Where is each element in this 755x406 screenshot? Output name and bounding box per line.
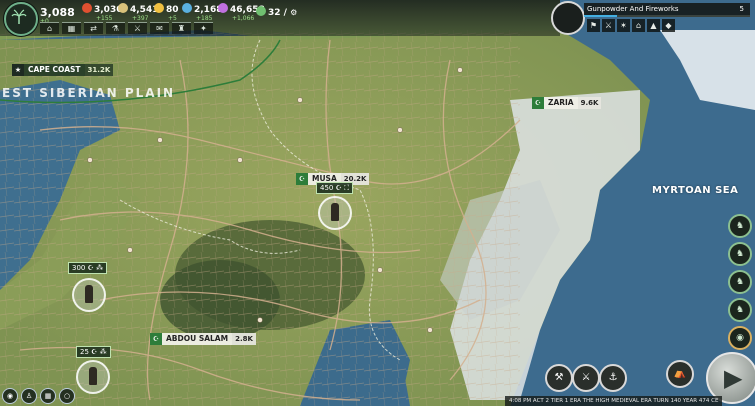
science-icon — [182, 3, 192, 13]
notification-5-icon[interactable]: ◉ — [728, 326, 752, 350]
unlock-6-icon[interactable]: ◆ — [662, 19, 675, 32]
unit-symbol: ☪ ⁂ — [91, 348, 107, 356]
science-counter[interactable]: 2,168 +185 — [182, 3, 222, 22]
money-value: 80 — [166, 5, 179, 15]
civilization-emblem-button[interactable] — [4, 2, 38, 36]
industry-counter[interactable]: 4,541 +397 — [118, 3, 158, 22]
research-unlocks: ⚑ ⚔ ✶ ⌂ ▲ ◆ — [587, 19, 675, 32]
city-flag-icon: ★ — [12, 64, 24, 76]
trade-icon[interactable]: ⇄ — [84, 22, 103, 34]
unlock-3-icon[interactable]: ✶ — [617, 19, 630, 32]
map-icon[interactable]: ▦ — [40, 388, 56, 404]
research-panel[interactable]: Gunpowder And Fireworks 5 ⚑ ⚔ ✶ ⌂ ▲ ◆ — [551, 1, 751, 35]
city-banner-abdou-salam[interactable]: ☪ ABDOU SALAM 2.8K — [150, 333, 256, 345]
action-1-icon[interactable]: ⚒ — [545, 364, 573, 392]
unit-symbol: ☪ ⁂ — [87, 264, 104, 272]
science-tool-icon[interactable]: ⚗ — [106, 22, 125, 34]
religion-icon[interactable]: ✦ — [194, 22, 213, 34]
city-banner-cape-coast[interactable]: ★ CAPE COAST 31.2K — [12, 64, 114, 76]
unit-strength: 300 — [72, 264, 86, 272]
sea-label: MYRTOAN SEA — [652, 185, 739, 196]
research-progress-fill — [584, 15, 618, 17]
research-title-bar: Gunpowder And Fireworks 5 — [584, 3, 750, 15]
city-name: CAPE COAST — [24, 64, 85, 76]
toolbar: ⌂ ▦ ⇄ ⚗ ⚔ ✉ ♜ ✦ — [40, 22, 213, 34]
diplomacy-icon[interactable]: ✉ — [150, 22, 169, 34]
money-rate: +5 — [168, 15, 177, 22]
unit-strength: 25 — [80, 348, 89, 356]
person-icon[interactable]: ♙ — [21, 388, 37, 404]
notification-1-icon[interactable]: ♞ — [728, 214, 752, 238]
crescent-icon: ☪ — [532, 97, 544, 109]
research-progress-bar — [584, 15, 750, 17]
military-icon[interactable]: ⚔ — [128, 22, 147, 34]
city-population: 9.6K — [577, 97, 602, 109]
food-counter[interactable]: 3,030 +155 — [82, 3, 122, 22]
unit-strength: 450 — [320, 184, 334, 192]
unit-symbol: ☪ ⛶ — [335, 184, 350, 192]
city-population: 31.2K — [84, 64, 114, 76]
unlock-4-icon[interactable]: ⌂ — [632, 19, 645, 32]
money-counter[interactable]: 80 +5 — [154, 3, 179, 22]
notification-3-icon[interactable]: ♞ — [728, 270, 752, 294]
money-icon — [154, 3, 164, 13]
city-name: ABDOU SALAM — [162, 333, 233, 345]
stability-icon — [256, 6, 266, 16]
food-icon — [82, 3, 92, 13]
play-icon: ▶ — [724, 364, 743, 392]
top-resource-bar: 3,088 +0 3,030 +155 4,541 +397 80 +5 2,1… — [0, 0, 560, 36]
industry-icon — [118, 3, 128, 13]
notification-rail: ♞ ♞ ♞ ♞ ◉ — [728, 214, 752, 350]
unit-strength-tag[interactable]: 450 ☪ ⛶ — [316, 182, 354, 194]
notification-2-icon[interactable]: ♞ — [728, 242, 752, 266]
army-unit-token[interactable] — [72, 278, 106, 312]
eye-icon[interactable]: ◉ — [2, 388, 18, 404]
unit-strength-tag[interactable]: 25 ☪ ⁂ — [76, 346, 111, 358]
army-unit-token[interactable] — [318, 196, 352, 230]
culture-icon[interactable]: ♜ — [172, 22, 191, 34]
stability-counter[interactable]: 32 / ⚙ — [256, 6, 297, 18]
ring-icon[interactable]: ○ — [59, 388, 75, 404]
notification-4-icon[interactable]: ♞ — [728, 298, 752, 322]
unit-strength-tag[interactable]: 300 ☪ ⁂ — [68, 262, 108, 274]
city-banner-zaria[interactable]: ☪ ZARIA 9.6K — [532, 97, 602, 109]
palm-icon — [11, 9, 27, 24]
action-3-icon[interactable]: ⚓ — [599, 364, 627, 392]
research-name: Gunpowder And Fireworks — [587, 5, 679, 13]
crescent-icon: ☪ — [150, 333, 162, 345]
empire-icon[interactable]: ⌂ — [40, 22, 59, 34]
soldier-icon — [331, 203, 339, 221]
settings-gear-icon: ⚙ — [290, 8, 298, 17]
soldier-icon — [85, 285, 93, 303]
unlock-5-icon[interactable]: ▲ — [647, 19, 660, 32]
action-2-icon[interactable]: ⚔ — [572, 364, 600, 392]
stability-value: 32 / — [268, 8, 287, 18]
army-unit-token[interactable] — [76, 360, 110, 394]
soldier-icon — [89, 367, 97, 385]
research-turns: 5 — [739, 5, 744, 13]
bottom-left-controls: ◉ ♙ ▦ ○ — [2, 388, 75, 404]
status-bar: 4:08 PM ACT 2 TIER 1 ERA THE HIGH MEDIEV… — [505, 396, 723, 406]
city-population: 2.8K — [232, 333, 256, 345]
unlock-2-icon[interactable]: ⚔ — [602, 19, 615, 32]
region-label: EST SIBERIAN PLAIN — [2, 86, 176, 100]
tent-icon[interactable]: ⛺ — [666, 360, 694, 388]
cities-icon[interactable]: ▦ — [62, 22, 81, 34]
crescent-icon: ☪ — [296, 173, 308, 185]
research-tech-icon[interactable] — [551, 1, 585, 35]
fame-icon — [218, 3, 228, 13]
city-name: ZARIA — [544, 97, 578, 109]
unlock-1-icon[interactable]: ⚑ — [587, 19, 600, 32]
world-map[interactable] — [0, 0, 755, 406]
